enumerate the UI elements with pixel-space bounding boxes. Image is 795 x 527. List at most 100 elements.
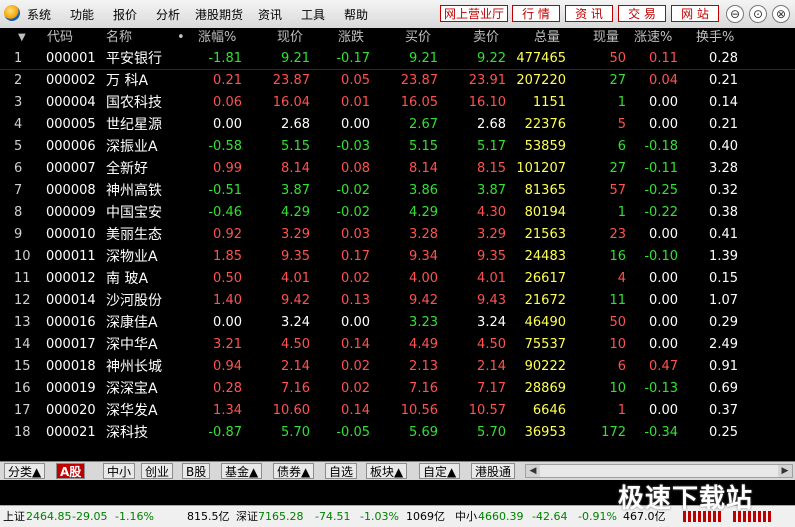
tab-bonds[interactable]: 债券▲ [273,463,315,479]
cell-code: 000008 [46,183,96,198]
tab-category[interactable]: 分类▲ [4,463,46,479]
cell-cur: 1 [617,403,626,418]
col-speed[interactable]: 涨速% [634,28,672,48]
table-row[interactable]: 8 000009 中国宝安 -0.46 4.29 -0.02 4.29 4.30 80194 1 -… [0,202,795,224]
cell-n: 12 [14,293,31,308]
tab-hk-connect[interactable]: 港股通 [471,463,516,479]
zx-index[interactable]: 4660.39 [478,509,524,524]
tab-b-shares[interactable]: B股 [182,463,211,479]
cell-n: 10 [14,249,31,264]
cell-n: 11 [14,271,31,286]
cell-vol: 477465 [516,51,566,66]
cell-cur: 6 [617,359,626,374]
cell-vol: 26617 [524,271,566,286]
close-icon[interactable]: ⊗ [772,5,790,23]
table-row[interactable]: 9 000010 美丽生态 0.92 3.29 0.03 3.28 3.29 21563 23 0.… [0,224,795,246]
col-cur-vol[interactable]: 现量 [593,28,619,48]
minimize-icon[interactable]: ⊖ [726,5,744,23]
cell-speed: -0.34 [644,425,678,440]
cell-bid: 10.56 [400,403,438,418]
cell-chg-pct: 0.50 [213,271,242,286]
cell-name: 深康佳A [106,315,158,331]
cell-n: 1 [14,51,23,66]
cell-n: 16 [14,381,31,396]
website-button[interactable]: 网 站 [671,5,719,22]
cell-name: 沙河股份 [106,293,162,309]
col-name[interactable]: 名称 [106,28,132,48]
cell-price: 9.21 [281,51,310,66]
col-chg-pct[interactable]: 涨幅% [198,28,236,48]
scroll-right-icon[interactable]: ▶ [778,465,792,477]
table-row[interactable]: 3 000004 国农科技 0.06 16.04 0.01 16.05 16.10 1151 1 0… [0,92,795,114]
cell-bid: 4.29 [409,205,438,220]
restore-icon[interactable]: ⊙ [749,5,767,23]
menu-help[interactable]: 帮助 [344,6,368,23]
cell-turn: 0.38 [709,205,738,220]
sort-down-icon[interactable]: ▼ [18,28,26,48]
table-row[interactable]: 7 000008 神州高铁 -0.51 3.87 -0.02 3.86 3.87 81365 57… [0,180,795,202]
table-row[interactable]: 18 000021 深科技 -0.87 5.70 -0.05 5.69 5.70 36953 17… [0,422,795,444]
table-row[interactable]: 15 000018 神州长城 0.94 2.14 0.02 2.13 2.14 90222 6 0.… [0,356,795,378]
tab-gem[interactable]: 创业 [141,463,174,479]
menu-quotes[interactable]: 报价 [113,6,137,23]
cell-speed: 0.11 [649,51,678,66]
cell-bid: 9.42 [409,293,438,308]
table-row[interactable]: 12 000014 沙河股份 1.40 9.42 0.13 9.42 9.43 21672 11 0… [0,290,795,312]
sz-index[interactable]: 7165.28 [258,509,304,524]
tab-a-shares[interactable]: A股 [56,463,86,479]
menu-bar: 系统 功能 报价 分析 港股期货 资讯 工具 帮助 网上营业厅 行 情 资 讯 … [0,0,795,29]
menu-hk-futures[interactable]: 港股期货 [195,6,243,23]
table-row[interactable]: 5 000006 深振业A -0.58 5.15 -0.03 5.15 5.17 53859 6 -… [0,136,795,158]
menu-tools[interactable]: 工具 [301,6,325,23]
table-row[interactable]: 13 000016 深康佳A 0.00 3.24 0.00 3.23 3.24 46490 50 0… [0,312,795,334]
col-price[interactable]: 现价 [277,28,303,48]
cell-chg-pct: 0.21 [213,73,242,88]
col-ask[interactable]: 卖价 [473,28,499,48]
cell-code: 000016 [46,315,96,330]
cell-turn: 0.21 [709,117,738,132]
horizontal-scrollbar[interactable]: ◀ ▶ [525,464,793,478]
table-row[interactable]: 1 000001 平安银行 -1.81 9.21 -0.17 9.21 9.22 477465 5… [0,48,795,70]
cell-price: 9.35 [281,249,310,264]
col-turnover[interactable]: 换手% [696,28,734,48]
table-row[interactable]: 10 000011 深物业A 1.85 9.35 0.17 9.34 9.35 24483 16 -… [0,246,795,268]
table-row[interactable]: 11 000012 南 玻A 0.50 4.01 0.02 4.00 4.01 26617 4 0.… [0,268,795,290]
tab-watchlist[interactable]: 自选 [325,463,358,479]
table-row[interactable]: 2 000002 万 科A 0.21 23.87 0.05 23.87 23.91 207220… [0,70,795,92]
cell-vol: 22376 [524,117,566,132]
table-row[interactable]: 4 000005 世纪星源 0.00 2.68 0.00 2.67 2.68 22376 5 0.0… [0,114,795,136]
col-volume[interactable]: 总量 [534,28,560,48]
cell-cur: 4 [617,271,626,286]
col-chg[interactable]: 涨跌 [338,28,364,48]
table-row[interactable]: 17 000020 深华发A 1.34 10.60 0.14 10.56 10.57 6646 1… [0,400,795,422]
cell-chg: 0.03 [341,227,370,242]
table-row[interactable]: 16 000019 深深宝A 0.28 7.16 0.02 7.16 7.17 28869 10 -… [0,378,795,400]
cell-n: 2 [14,73,23,88]
tab-sme[interactable]: 中小 [103,463,136,479]
sz-label: 深证 [236,510,258,523]
quotes-button[interactable]: 行 情 [512,5,560,22]
online-hall-button[interactable]: 网上营业厅 [440,5,508,22]
cell-price: 8.14 [281,161,310,176]
cell-chg-pct: -0.87 [208,425,242,440]
menu-analysis[interactable]: 分析 [156,6,180,23]
cell-cur: 50 [609,51,626,66]
table-row[interactable]: 6 000007 全新好 0.99 8.14 0.08 8.14 8.15 101207 27 -0… [0,158,795,180]
tab-sectors[interactable]: 板块▲ [366,463,408,479]
cell-ask: 2.14 [477,359,506,374]
sh-index[interactable]: 2464.85 [26,509,72,524]
menu-system[interactable]: 系统 [27,6,51,23]
tab-custom[interactable]: 自定▲ [419,463,461,479]
news-button[interactable]: 资 讯 [565,5,613,22]
cell-chg-pct: -0.46 [208,205,242,220]
menu-news[interactable]: 资讯 [258,6,282,23]
col-code[interactable]: 代码 [47,28,73,48]
tab-funds[interactable]: 基金▲ [221,463,263,479]
col-bid[interactable]: 买价 [405,28,431,48]
cell-bid: 4.00 [409,271,438,286]
table-row[interactable]: 14 000017 深中华A 3.21 4.50 0.14 4.49 4.50 75537 10 0… [0,334,795,356]
menu-function[interactable]: 功能 [70,6,94,23]
cell-chg: 0.14 [341,337,370,352]
scroll-left-icon[interactable]: ◀ [526,465,540,477]
trade-button[interactable]: 交 易 [618,5,666,22]
